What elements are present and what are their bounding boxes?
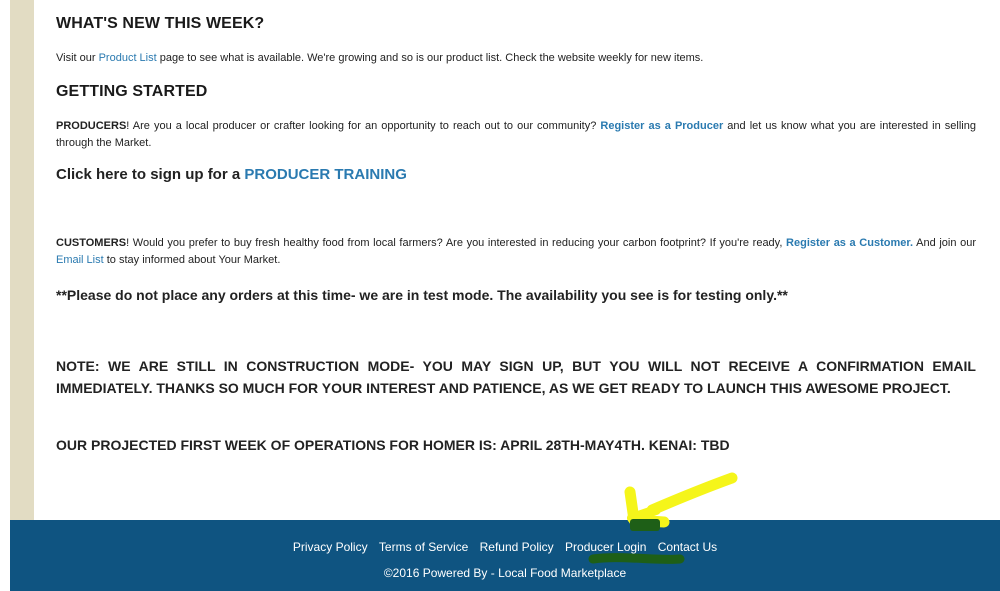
whats-new-text-after: page to see what is available. We're gro… (156, 52, 704, 64)
test-mode-notice: **Please do not place any orders at this… (56, 287, 788, 303)
email-list-link[interactable]: Email List (56, 254, 104, 266)
privacy-policy-link[interactable]: Privacy Policy (293, 540, 368, 554)
refund-policy-link[interactable]: Refund Policy (480, 540, 554, 554)
register-producer-link[interactable]: Register as a Producer (600, 120, 723, 132)
producer-login-link[interactable]: Producer Login (565, 540, 646, 554)
left-side-stripe (10, 0, 34, 520)
customers-paragraph: CUSTOMERS! Would you prefer to buy fresh… (56, 235, 976, 269)
contact-us-link[interactable]: Contact Us (658, 540, 717, 554)
site-footer: Privacy Policy Terms of Service Refund P… (10, 520, 1000, 591)
producers-lead: PRODUCERS (56, 120, 127, 132)
terms-of-service-link[interactable]: Terms of Service (379, 540, 468, 554)
customers-lead: CUSTOMERS (56, 237, 127, 249)
product-list-link[interactable]: Product List (99, 52, 157, 64)
register-customer-link[interactable]: Register as a Customer. (786, 237, 913, 249)
footer-links: Privacy Policy Terms of Service Refund P… (10, 540, 1000, 554)
producer-training-link[interactable]: PRODUCER TRAINING (244, 166, 407, 183)
whats-new-text-before: Visit our (56, 52, 99, 64)
producer-training-line: Click here to sign up for a PRODUCER TRA… (56, 166, 407, 183)
producers-paragraph: PRODUCERS! Are you a local producer or c… (56, 118, 976, 152)
construction-note: NOTE: WE ARE STILL IN CONSTRUCTION MODE-… (56, 358, 976, 396)
projected-operations: OUR PROJECTED FIRST WEEK OF OPERATIONS F… (56, 437, 730, 453)
producers-text: ! Are you a local producer or crafter lo… (126, 120, 601, 132)
copyright-text: ©2016 Powered By - Local Food Marketplac… (383, 566, 627, 580)
customers-text: ! Would you prefer to buy fresh healthy … (126, 237, 787, 249)
whats-new-heading: WHAT'S NEW THIS WEEK? (56, 15, 265, 32)
training-text: Click here to sign up for a (56, 166, 245, 183)
whats-new-paragraph: Visit our Product List page to see what … (56, 50, 703, 67)
customers-mid-text: And join our (913, 237, 976, 249)
getting-started-heading: GETTING STARTED (56, 83, 208, 100)
customers-after-text: to stay informed about Your Market. (103, 254, 281, 266)
